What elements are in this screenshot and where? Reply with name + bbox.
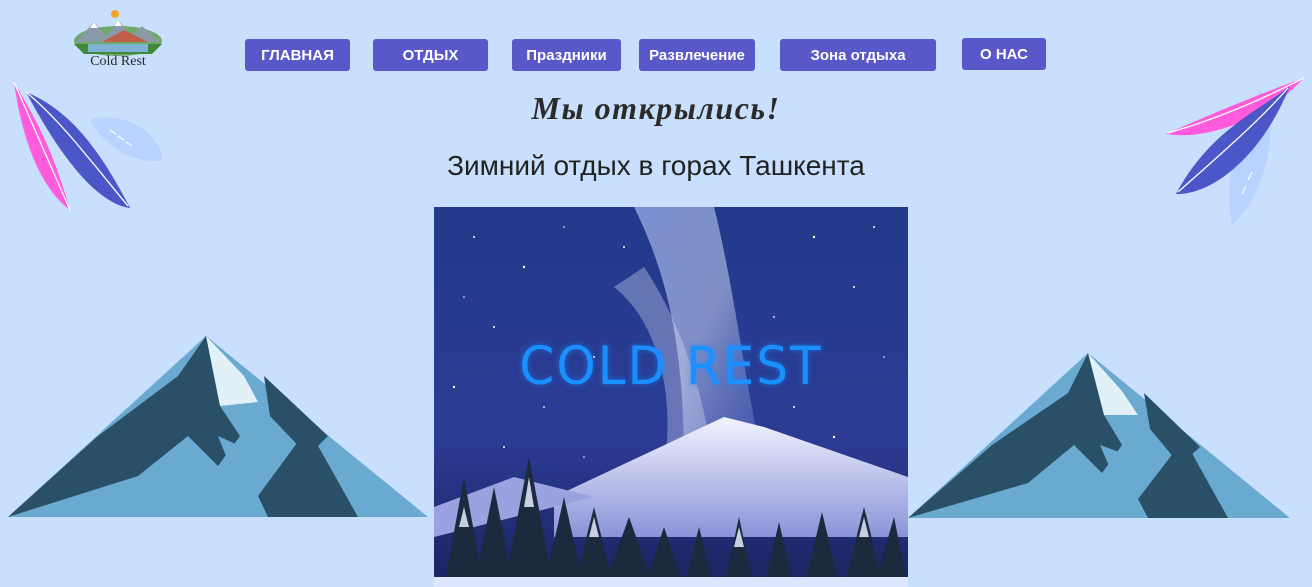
page-subheadline: Зимний отдых в горах Ташкента — [447, 150, 865, 181]
hero-image-text: COLD REST — [519, 335, 823, 397]
page-headline: Мы открылись! — [531, 90, 781, 126]
hero-image: COLD REST — [434, 207, 908, 587]
nav-holidays-button[interactable]: Праздники — [512, 39, 621, 71]
nav-rest-button[interactable]: ОТДЫХ — [373, 39, 488, 71]
night-sky-mountain-image — [434, 207, 908, 587]
mountains-left-icon — [8, 336, 428, 517]
nav-rest-zone-button[interactable]: Зона отдыха — [780, 39, 936, 71]
leaves-left-icon — [13, 81, 162, 211]
mountains-right-icon — [908, 353, 1290, 518]
nav-entertainment-button[interactable]: Развлечение — [639, 39, 755, 71]
mountain-lake-logo-icon — [74, 10, 162, 56]
leaves-right-icon — [1166, 77, 1305, 225]
nav-home-button[interactable]: ГЛАВНАЯ — [245, 39, 350, 71]
site-logo[interactable]: Cold Rest — [72, 8, 164, 72]
nav-about-button[interactable]: О НАС — [962, 38, 1046, 70]
logo-text: Cold Rest — [90, 54, 146, 69]
